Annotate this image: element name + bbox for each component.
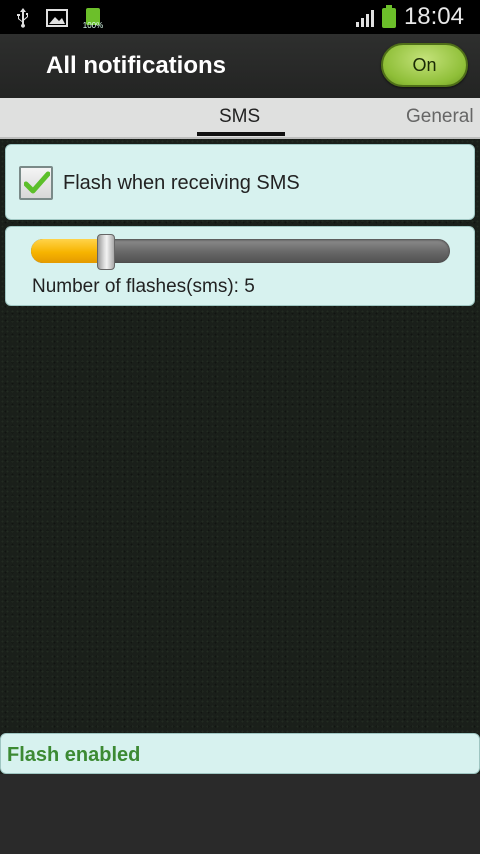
flash-count-label: Number of flashes(sms): 5	[32, 276, 255, 297]
flash-sms-setting[interactable]: Flash when receiving SMS	[5, 144, 475, 220]
status-bar: 100% 18:04	[0, 0, 480, 34]
page-title: All notifications	[46, 52, 226, 79]
flash-count-slider-fill	[31, 239, 107, 263]
status-bar-left: 100%	[14, 6, 104, 30]
bottom-bar	[0, 774, 480, 854]
flash-sms-checkbox[interactable]	[19, 166, 53, 200]
image-icon	[46, 9, 68, 27]
notifications-toggle-button[interactable]: On	[381, 43, 468, 87]
tab-strip: SMS General	[0, 98, 480, 139]
status-bar-right: 18:04	[355, 2, 464, 32]
battery-percent-label: 100%	[82, 21, 104, 30]
flash-count-slider-thumb[interactable]	[97, 234, 116, 270]
tab-selected-indicator	[197, 132, 285, 136]
tab-sms[interactable]: SMS	[219, 106, 260, 128]
status-message: Flash enabled	[7, 744, 141, 766]
battery-icon	[381, 5, 396, 29]
tab-general[interactable]: General	[406, 106, 474, 128]
usb-icon	[17, 8, 28, 28]
flash-sms-label: Flash when receiving SMS	[63, 172, 300, 194]
check-icon	[24, 171, 50, 194]
signal-icon	[355, 7, 374, 27]
flash-count-setting: Number of flashes(sms): 5	[5, 226, 475, 306]
status-message-box: Flash enabled	[0, 733, 480, 774]
battery-full-icon: 100%	[82, 6, 104, 30]
clock: 18:04	[403, 3, 464, 30]
